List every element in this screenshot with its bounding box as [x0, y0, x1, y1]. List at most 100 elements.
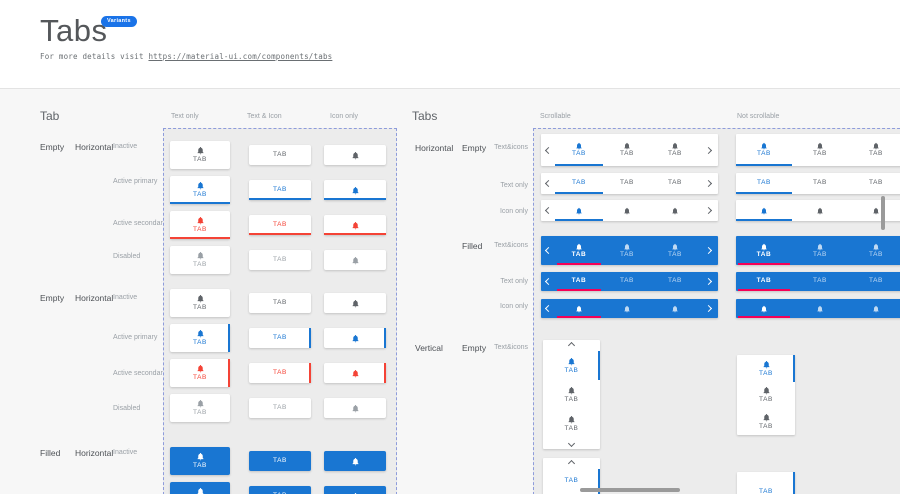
vertical-scrollbar[interactable] — [881, 196, 885, 230]
tab-card[interactable]: TAB — [249, 215, 311, 235]
tab-card[interactable] — [324, 180, 386, 200]
tab[interactable]: TAB — [603, 236, 651, 265]
tab-card[interactable]: TAB — [249, 250, 311, 270]
tab-card[interactable]: TAB — [170, 176, 230, 204]
tab-active[interactable]: TAB — [737, 472, 795, 494]
tab[interactable] — [792, 299, 848, 318]
tab-card[interactable]: TAB — [170, 482, 230, 494]
scroll-left-button[interactable] — [541, 134, 555, 166]
state-label: Active secondary — [113, 220, 166, 227]
tab[interactable]: TAB — [543, 380, 600, 409]
tab-card[interactable]: TAB — [249, 486, 311, 494]
tab[interactable]: TAB — [792, 272, 848, 291]
tabs-bar: TAB TAB TAB — [736, 173, 900, 194]
scroll-left-button[interactable] — [541, 236, 555, 265]
tab-card[interactable] — [324, 328, 386, 348]
tab-active[interactable] — [555, 299, 603, 318]
scroll-up-button[interactable] — [543, 458, 600, 469]
scroll-right-button[interactable] — [699, 299, 718, 318]
tab-label: TAB — [869, 151, 883, 158]
tab-card[interactable]: TAB — [249, 363, 311, 383]
tab[interactable]: TAB — [651, 134, 699, 166]
scroll-right-button[interactable] — [699, 173, 718, 194]
tab[interactable]: TAB — [848, 173, 900, 194]
scroll-right-button[interactable] — [699, 236, 718, 265]
chevron-right-icon — [705, 247, 712, 254]
tab-card[interactable]: TAB — [249, 328, 311, 348]
tab-label: TAB — [668, 252, 682, 259]
tab[interactable]: TAB — [737, 382, 795, 409]
scroll-left-button[interactable] — [541, 299, 555, 318]
scroll-right-button[interactable] — [699, 134, 718, 166]
tab[interactable]: TAB — [848, 236, 900, 265]
tab-active[interactable] — [555, 200, 603, 221]
tab[interactable] — [651, 299, 699, 318]
docs-link[interactable]: https://material-ui.com/components/tabs — [148, 52, 332, 61]
tab[interactable]: TAB — [792, 173, 848, 194]
tab-card[interactable] — [324, 363, 386, 383]
tab-active[interactable]: TAB — [736, 134, 792, 166]
tab[interactable]: TAB — [651, 173, 699, 194]
tab[interactable]: TAB — [737, 408, 795, 435]
tab[interactable]: TAB — [651, 272, 699, 291]
tab[interactable] — [603, 200, 651, 221]
tab-card[interactable]: TAB — [170, 359, 230, 387]
tab-active[interactable]: TAB — [736, 236, 792, 265]
tab[interactable]: TAB — [848, 134, 900, 166]
tab[interactable]: TAB — [651, 236, 699, 265]
scroll-right-button[interactable] — [699, 272, 718, 291]
tab[interactable] — [603, 299, 651, 318]
tab-active[interactable] — [736, 200, 792, 221]
state-label: Active primary — [113, 178, 157, 185]
tab-active[interactable]: TAB — [736, 272, 792, 291]
tab-active[interactable] — [736, 299, 792, 318]
tab-active[interactable]: TAB — [737, 355, 795, 382]
tab[interactable] — [848, 299, 900, 318]
tab-card[interactable]: TAB — [249, 180, 311, 200]
tab-active[interactable]: TAB — [543, 351, 600, 380]
tab-active[interactable]: TAB — [555, 236, 603, 265]
tab[interactable]: TAB — [603, 134, 651, 166]
tab-card[interactable]: TAB — [170, 447, 230, 475]
tab-card[interactable] — [324, 145, 386, 165]
tab-card[interactable]: TAB — [249, 293, 311, 313]
tab-card[interactable]: TAB — [170, 394, 230, 422]
tab[interactable]: TAB — [543, 409, 600, 438]
tab-active[interactable]: TAB — [555, 272, 603, 291]
tab[interactable]: TAB — [603, 173, 651, 194]
scroll-right-button[interactable] — [699, 200, 718, 221]
scroll-left-button[interactable] — [541, 272, 555, 291]
tab-card[interactable] — [324, 451, 386, 471]
tab-card[interactable]: TAB — [170, 324, 230, 352]
tab-card[interactable]: TAB — [170, 211, 230, 239]
active-indicator — [557, 316, 601, 318]
tab-card[interactable] — [324, 486, 386, 494]
bell-icon — [762, 360, 771, 369]
tab-active[interactable]: TAB — [555, 134, 603, 166]
tab-card[interactable] — [324, 250, 386, 270]
tab-active[interactable]: TAB — [736, 173, 792, 194]
tab[interactable] — [848, 200, 900, 221]
tab[interactable]: TAB — [792, 236, 848, 265]
tab[interactable] — [792, 200, 848, 221]
tab-label: TAB — [620, 252, 634, 259]
tab[interactable]: TAB — [603, 272, 651, 291]
tab-card[interactable] — [324, 293, 386, 313]
scroll-left-button[interactable] — [541, 173, 555, 194]
tab-card[interactable]: TAB — [170, 246, 230, 274]
tab-card[interactable] — [324, 398, 386, 418]
tab-card[interactable]: TAB — [249, 145, 311, 165]
scroll-up-button[interactable] — [543, 340, 600, 351]
tab-card[interactable]: TAB — [249, 398, 311, 418]
tab-card[interactable]: TAB — [249, 451, 311, 471]
tab-active[interactable]: TAB — [555, 173, 603, 194]
scroll-left-button[interactable] — [541, 200, 555, 221]
tab-card[interactable]: TAB — [170, 289, 230, 317]
tab[interactable] — [651, 200, 699, 221]
horizontal-scrollbar[interactable] — [580, 488, 680, 492]
tab-card[interactable] — [324, 215, 386, 235]
tab[interactable]: TAB — [848, 272, 900, 291]
tab[interactable]: TAB — [792, 134, 848, 166]
scroll-down-button[interactable] — [543, 438, 600, 449]
tab-card[interactable]: TAB — [170, 141, 230, 169]
